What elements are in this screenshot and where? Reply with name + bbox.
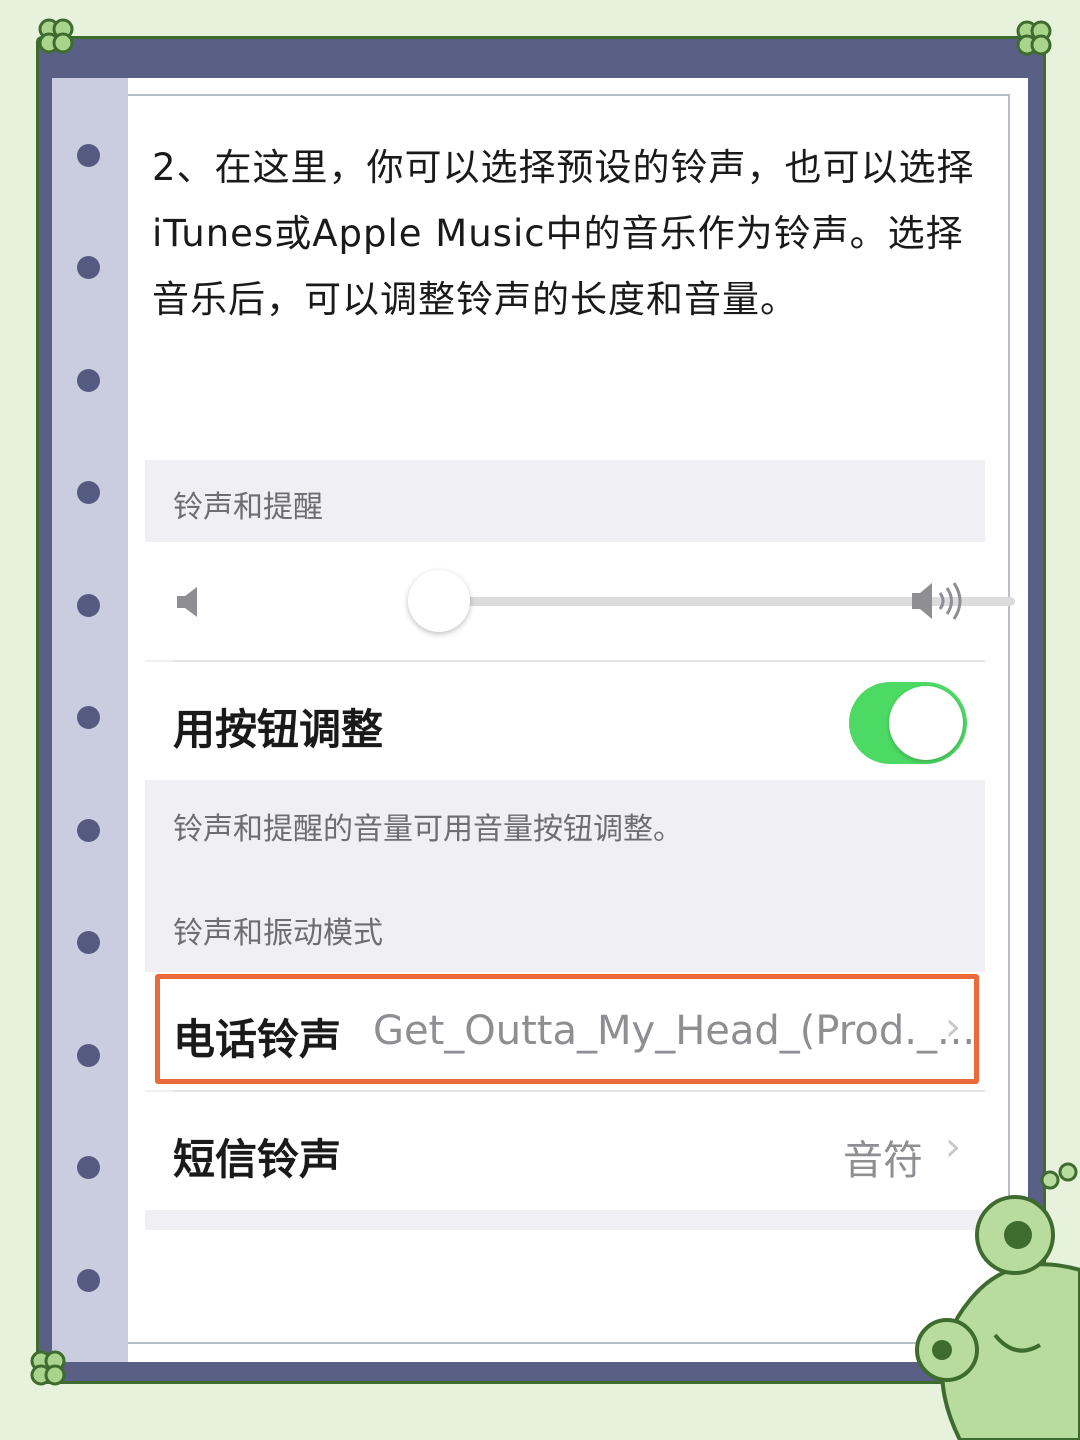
binder-hole <box>77 369 100 392</box>
binder-hole <box>77 1156 100 1179</box>
binder-hole <box>77 931 100 954</box>
adjust-with-buttons-toggle[interactable] <box>849 682 967 764</box>
ringtone-highlight-box <box>155 974 979 1084</box>
section-header-patterns: 铃声和振动模式 <box>173 916 383 951</box>
clover-icon <box>1016 20 1052 56</box>
binder-hole <box>77 1044 100 1067</box>
binder-hole <box>77 481 100 504</box>
binder-hole <box>77 594 100 617</box>
toggle-knob <box>889 686 963 760</box>
speaker-high-icon <box>912 582 962 620</box>
sms-tone-label: 短信铃声 <box>173 1135 342 1184</box>
sms-tone-row[interactable]: 短信铃声 音符 › <box>145 1092 985 1210</box>
clover-icon <box>30 1350 66 1386</box>
binder-hole <box>77 144 100 167</box>
section-header-ringer: 铃声和提醒 <box>173 490 323 525</box>
speaker-low-icon <box>177 587 197 617</box>
binder-hole <box>77 1269 100 1292</box>
volume-slider-row <box>145 542 1015 660</box>
footer-note: 铃声和提醒的音量可用音量按钮调整。 <box>173 812 683 847</box>
ios-settings-screenshot: 铃声和提醒 用按钮调整 铃声和提醒的音量可用音量按钮调整。 铃声和振动模式 电话… <box>145 460 1015 1230</box>
intro-text: 2、在这里，你可以选择预设的铃声，也可以选择iTunes或Apple Music… <box>152 146 975 321</box>
binder-hole <box>77 819 100 842</box>
adjust-with-buttons-label: 用按钮调整 <box>173 705 384 754</box>
binder-hole <box>77 256 100 279</box>
binder-hole <box>77 706 100 729</box>
volume-slider-knob[interactable] <box>408 570 470 632</box>
clover-icon <box>38 18 74 54</box>
frog-mascot-icon <box>915 1162 1080 1440</box>
